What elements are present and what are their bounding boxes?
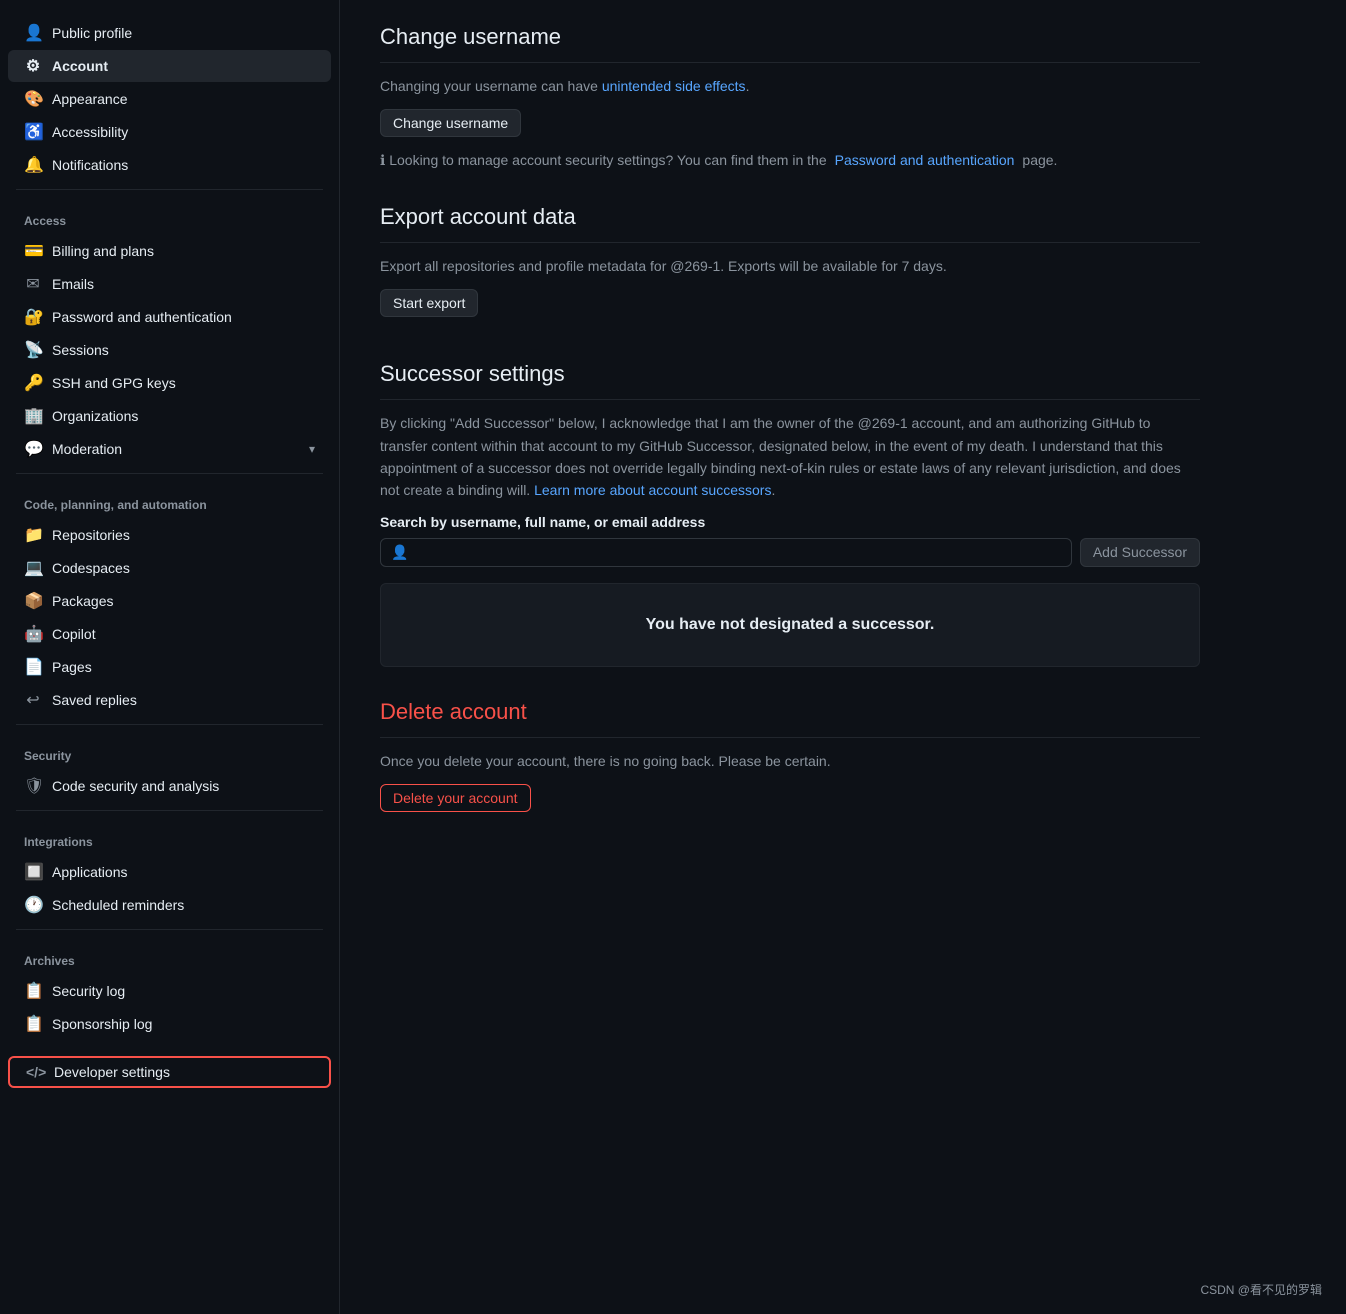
shield-icon: 🛡: [24, 776, 42, 796]
saved-replies-icon: ↩: [24, 690, 42, 710]
sidebar-divider-4: [16, 810, 323, 811]
developer-settings-icon: </>: [26, 1064, 44, 1080]
moderation-icon: 💬: [24, 439, 42, 459]
delete-account-button[interactable]: Delete your account: [380, 784, 531, 812]
sidebar-item-moderation[interactable]: 💬 Moderation ▾: [8, 433, 331, 465]
sidebar-item-appearance[interactable]: 🎨 Appearance: [8, 83, 331, 115]
sidebar-item-notifications[interactable]: 🔔 Notifications: [8, 149, 331, 181]
lock-icon: 🔐: [24, 307, 42, 327]
sponsorship-log-icon: 📋: [24, 1014, 42, 1034]
change-username-title: Change username: [380, 24, 1200, 63]
copilot-icon: 🤖: [24, 624, 42, 644]
sidebar-item-scheduled-reminders[interactable]: 🕐 Scheduled reminders: [8, 889, 331, 921]
sidebar-item-ssh-gpg[interactable]: 🔑 SSH and GPG keys: [8, 367, 331, 399]
export-account-title: Export account data: [380, 204, 1200, 243]
successor-search-row: 👤 Add Successor: [380, 538, 1200, 567]
bell-icon: 🔔: [24, 155, 42, 175]
archives-group-label: Archives: [0, 938, 339, 974]
user-icon: 👤: [24, 23, 42, 43]
watermark: CSDN @看不见的罗辑: [1200, 1281, 1322, 1298]
repo-icon: 📁: [24, 525, 42, 545]
main-content: Change username Changing your username c…: [340, 0, 1240, 1314]
sidebar-item-security-log[interactable]: 📋 Security log: [8, 975, 331, 1007]
key-icon: 🔑: [24, 373, 42, 393]
codespaces-icon: 💻: [24, 558, 42, 578]
successor-input-wrap: 👤: [380, 538, 1072, 567]
sidebar-item-organizations[interactable]: 🏢 Organizations: [8, 400, 331, 432]
sidebar-item-public-profile[interactable]: 👤 Public profile: [8, 17, 331, 49]
sidebar-item-emails[interactable]: ✉ Emails: [8, 268, 331, 300]
security-settings-info: ℹ Looking to manage account security set…: [380, 149, 1200, 171]
sidebar-item-sessions[interactable]: 📡 Sessions: [8, 334, 331, 366]
password-auth-link[interactable]: Password and authentication: [835, 149, 1015, 171]
successor-settings-section: Successor settings By clicking "Add Succ…: [380, 361, 1200, 667]
delete-account-section: Delete account Once you delete your acco…: [380, 699, 1200, 824]
security-log-icon: 📋: [24, 981, 42, 1001]
integrations-group-label: Integrations: [0, 819, 339, 855]
clock-icon: 🕐: [24, 895, 42, 915]
sidebar-item-accessibility[interactable]: ♿ Accessibility: [8, 116, 331, 148]
export-account-description: Export all repositories and profile meta…: [380, 255, 1200, 277]
sidebar-item-packages[interactable]: 📦 Packages: [8, 585, 331, 617]
sidebar-item-copilot[interactable]: 🤖 Copilot: [8, 618, 331, 650]
sidebar-divider-1: [16, 189, 323, 190]
delete-account-title: Delete account: [380, 699, 1200, 738]
packages-icon: 📦: [24, 591, 42, 611]
code-group-label: Code, planning, and automation: [0, 482, 339, 518]
sidebar-item-billing[interactable]: 💳 Billing and plans: [8, 235, 331, 267]
sidebar-divider-2: [16, 473, 323, 474]
billing-icon: 💳: [24, 241, 42, 261]
person-search-icon: 👤: [391, 544, 408, 561]
pages-icon: 📄: [24, 657, 42, 677]
email-icon: ✉: [24, 274, 42, 294]
access-group-label: Access: [0, 198, 339, 234]
security-group-label: Security: [0, 733, 339, 769]
sidebar-item-repositories[interactable]: 📁 Repositories: [8, 519, 331, 551]
start-export-button[interactable]: Start export: [380, 289, 478, 317]
sidebar-item-applications[interactable]: 🔲 Applications: [8, 856, 331, 888]
successor-search-input[interactable]: [416, 544, 1060, 560]
successor-settings-description: By clicking "Add Successor" below, I ack…: [380, 412, 1200, 502]
sidebar-item-account[interactable]: ⚙ Account: [8, 50, 331, 82]
sidebar-item-codespaces[interactable]: 💻 Codespaces: [8, 552, 331, 584]
sidebar: 👤 Public profile ⚙ Account 🎨 Appearance …: [0, 0, 340, 1314]
gear-icon: ⚙: [24, 56, 42, 76]
developer-settings-item[interactable]: </> Developer settings: [8, 1056, 331, 1088]
sidebar-divider-3: [16, 724, 323, 725]
sidebar-item-pages[interactable]: 📄 Pages: [8, 651, 331, 683]
learn-more-successors-link[interactable]: Learn more about account successors: [534, 482, 771, 498]
unintended-side-effects-link[interactable]: unintended side effects: [602, 78, 746, 94]
delete-account-description: Once you delete your account, there is n…: [380, 750, 1200, 772]
change-username-button[interactable]: Change username: [380, 109, 521, 137]
accessibility-icon: ♿: [24, 122, 42, 142]
sidebar-divider-5: [16, 929, 323, 930]
successor-settings-title: Successor settings: [380, 361, 1200, 400]
search-successor-label: Search by username, full name, or email …: [380, 514, 1200, 530]
sessions-icon: 📡: [24, 340, 42, 360]
change-username-description: Changing your username can have unintend…: [380, 75, 1200, 97]
sidebar-item-sponsorship-log[interactable]: 📋 Sponsorship log: [8, 1008, 331, 1040]
add-successor-button[interactable]: Add Successor: [1080, 538, 1200, 567]
no-successor-box: You have not designated a successor.: [380, 583, 1200, 667]
change-username-section: Change username Changing your username c…: [380, 24, 1200, 172]
sidebar-item-saved-replies[interactable]: ↩ Saved replies: [8, 684, 331, 716]
chevron-down-icon: ▾: [309, 442, 315, 456]
appearance-icon: 🎨: [24, 89, 42, 109]
org-icon: 🏢: [24, 406, 42, 426]
sidebar-item-code-security[interactable]: 🛡 Code security and analysis: [8, 770, 331, 802]
sidebar-item-password[interactable]: 🔐 Password and authentication: [8, 301, 331, 333]
applications-icon: 🔲: [24, 862, 42, 882]
export-account-section: Export account data Export all repositor…: [380, 204, 1200, 329]
